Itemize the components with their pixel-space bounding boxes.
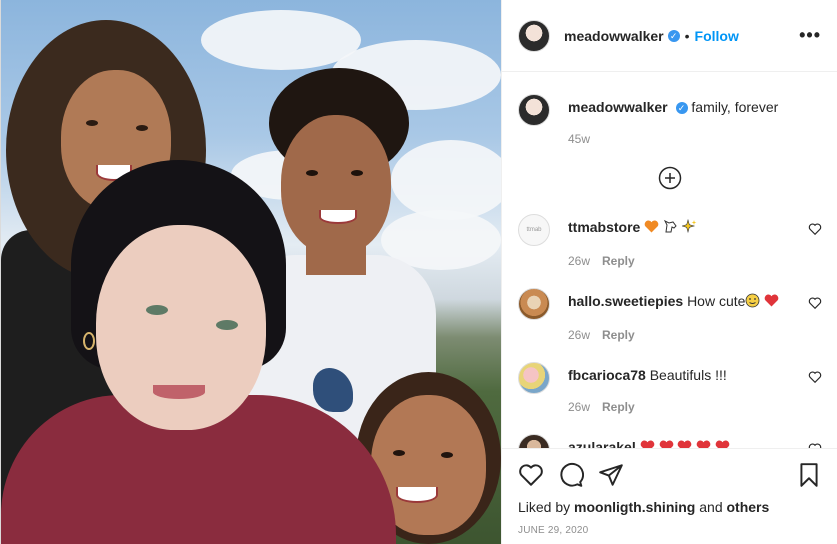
eye xyxy=(351,170,363,176)
post-photo[interactable] xyxy=(1,0,501,544)
comment-body: azularakel xyxy=(568,428,808,448)
header-username[interactable]: meadowwalker xyxy=(564,28,664,44)
comment-username[interactable]: ttmabstore xyxy=(568,219,640,235)
comment-meta: 26w Reply xyxy=(568,328,808,342)
heart-emoji-icon xyxy=(640,439,655,448)
likes-prefix: Liked by xyxy=(518,499,571,515)
post-date[interactable]: JUNE 29, 2020 xyxy=(518,525,822,536)
avatar[interactable] xyxy=(518,361,550,394)
earring xyxy=(83,332,95,350)
follow-button[interactable]: Follow xyxy=(695,28,739,44)
comment-item: hallo.sweetiepies How cute 26w Reply xyxy=(518,282,822,342)
smile xyxy=(396,487,438,503)
like-comment-heart-icon[interactable] xyxy=(808,296,822,310)
eye xyxy=(393,450,405,456)
comments-list[interactable]: meadowwalker ✓ family, forever 45w ttmab… xyxy=(502,72,837,448)
comment-line: hallo.sweetiepies How cute xyxy=(568,292,808,312)
unicorn-emoji-icon xyxy=(663,219,678,238)
comment-text: Beautifuls !!! xyxy=(649,366,727,383)
comment-username[interactable]: azularakel xyxy=(568,439,636,448)
likes-others[interactable]: others xyxy=(727,499,770,515)
comment-body: hallo.sweetiepies How cute 26w Reply xyxy=(568,282,808,342)
face xyxy=(281,115,391,255)
comment-body: ttmabstore 26w Reply xyxy=(568,208,808,268)
neck xyxy=(306,245,366,275)
comment-username[interactable]: fbcarioca78 xyxy=(568,367,646,383)
verified-badge-icon: ✓ xyxy=(667,29,680,42)
lips xyxy=(153,385,205,399)
sparkles-emoji-icon xyxy=(680,218,697,238)
likes-and: and xyxy=(699,499,723,515)
eye xyxy=(146,305,168,315)
more-icon[interactable]: ••• xyxy=(799,25,821,46)
heart-icon[interactable] xyxy=(518,462,544,488)
post-header: meadowwalker ✓ • Follow ••• xyxy=(502,0,837,72)
comment-line: azularakel xyxy=(568,438,808,448)
heart-emoji-icon xyxy=(764,293,779,311)
comment-body: fbcarioca78 Beautifuls !!! 26w Reply xyxy=(568,356,808,414)
comment-text: How cute xyxy=(687,292,746,309)
eye xyxy=(86,120,98,126)
avatar[interactable]: ttmab xyxy=(518,214,550,246)
comment-time[interactable]: 26w xyxy=(568,400,590,414)
separator-dot: • xyxy=(684,27,690,44)
comment-item: fbcarioca78 Beautifuls !!! 26w Reply xyxy=(518,356,822,414)
avatar[interactable] xyxy=(518,94,550,126)
orange-heart-emoji-icon xyxy=(644,219,659,237)
eye xyxy=(136,125,148,131)
likes-summary: Liked by moonligth.shining and others xyxy=(518,499,822,515)
avatar[interactable] xyxy=(518,433,550,448)
bookmark-icon[interactable] xyxy=(796,462,822,488)
comment-icon[interactable] xyxy=(558,462,584,488)
comment-item: ttmab ttmabstore 26w Reply xyxy=(518,208,822,268)
like-comment-heart-icon[interactable] xyxy=(808,370,822,384)
heart-emoji-icon xyxy=(696,439,711,448)
plus-circle-icon[interactable] xyxy=(658,166,682,190)
eye xyxy=(216,320,238,330)
heart-emoji-icon xyxy=(659,439,674,448)
post-side-panel: meadowwalker ✓ • Follow ••• meadowwalker… xyxy=(501,0,837,544)
avatar[interactable] xyxy=(518,19,550,52)
caption: meadowwalker ✓ family, forever 45w xyxy=(518,88,822,146)
action-icons xyxy=(518,461,822,489)
likes-user[interactable]: moonligth.shining xyxy=(574,499,695,515)
cloud xyxy=(391,140,501,220)
face xyxy=(96,225,266,430)
caption-username[interactable]: meadowwalker xyxy=(568,99,668,115)
share-icon[interactable] xyxy=(598,462,624,488)
eye xyxy=(306,170,318,176)
comment-line: fbcarioca78 Beautifuls !!! xyxy=(568,366,808,384)
reply-button[interactable]: Reply xyxy=(602,254,635,268)
comment-item: azularakel xyxy=(518,428,822,448)
comment-username[interactable]: hallo.sweetiepies xyxy=(568,293,683,309)
like-comment-heart-icon[interactable] xyxy=(808,222,822,236)
comment-meta: 26w Reply xyxy=(568,400,808,414)
heart-emoji-icon xyxy=(715,439,730,448)
eye xyxy=(441,452,453,458)
reply-button[interactable]: Reply xyxy=(602,400,635,414)
comment-meta: 26w Reply xyxy=(568,254,808,268)
smile xyxy=(319,210,357,224)
caption-time[interactable]: 45w xyxy=(568,132,822,146)
post-actions: Liked by moonligth.shining and others JU… xyxy=(502,448,837,544)
instagram-post: meadowwalker ✓ • Follow ••• meadowwalker… xyxy=(0,0,837,544)
comment-time[interactable]: 26w xyxy=(568,328,590,342)
reply-button[interactable]: Reply xyxy=(602,328,635,342)
caption-line: meadowwalker ✓ family, forever xyxy=(568,98,822,116)
comment-line: ttmabstore xyxy=(568,218,808,238)
verified-badge-icon: ✓ xyxy=(675,102,688,115)
caption-text: family, forever xyxy=(691,99,779,115)
avatar[interactable] xyxy=(518,287,550,320)
caption-body: meadowwalker ✓ family, forever 45w xyxy=(568,88,822,146)
heart-emoji-icon xyxy=(677,439,692,448)
comment-time[interactable]: 26w xyxy=(568,254,590,268)
smiling-face-emoji-icon xyxy=(745,293,760,312)
